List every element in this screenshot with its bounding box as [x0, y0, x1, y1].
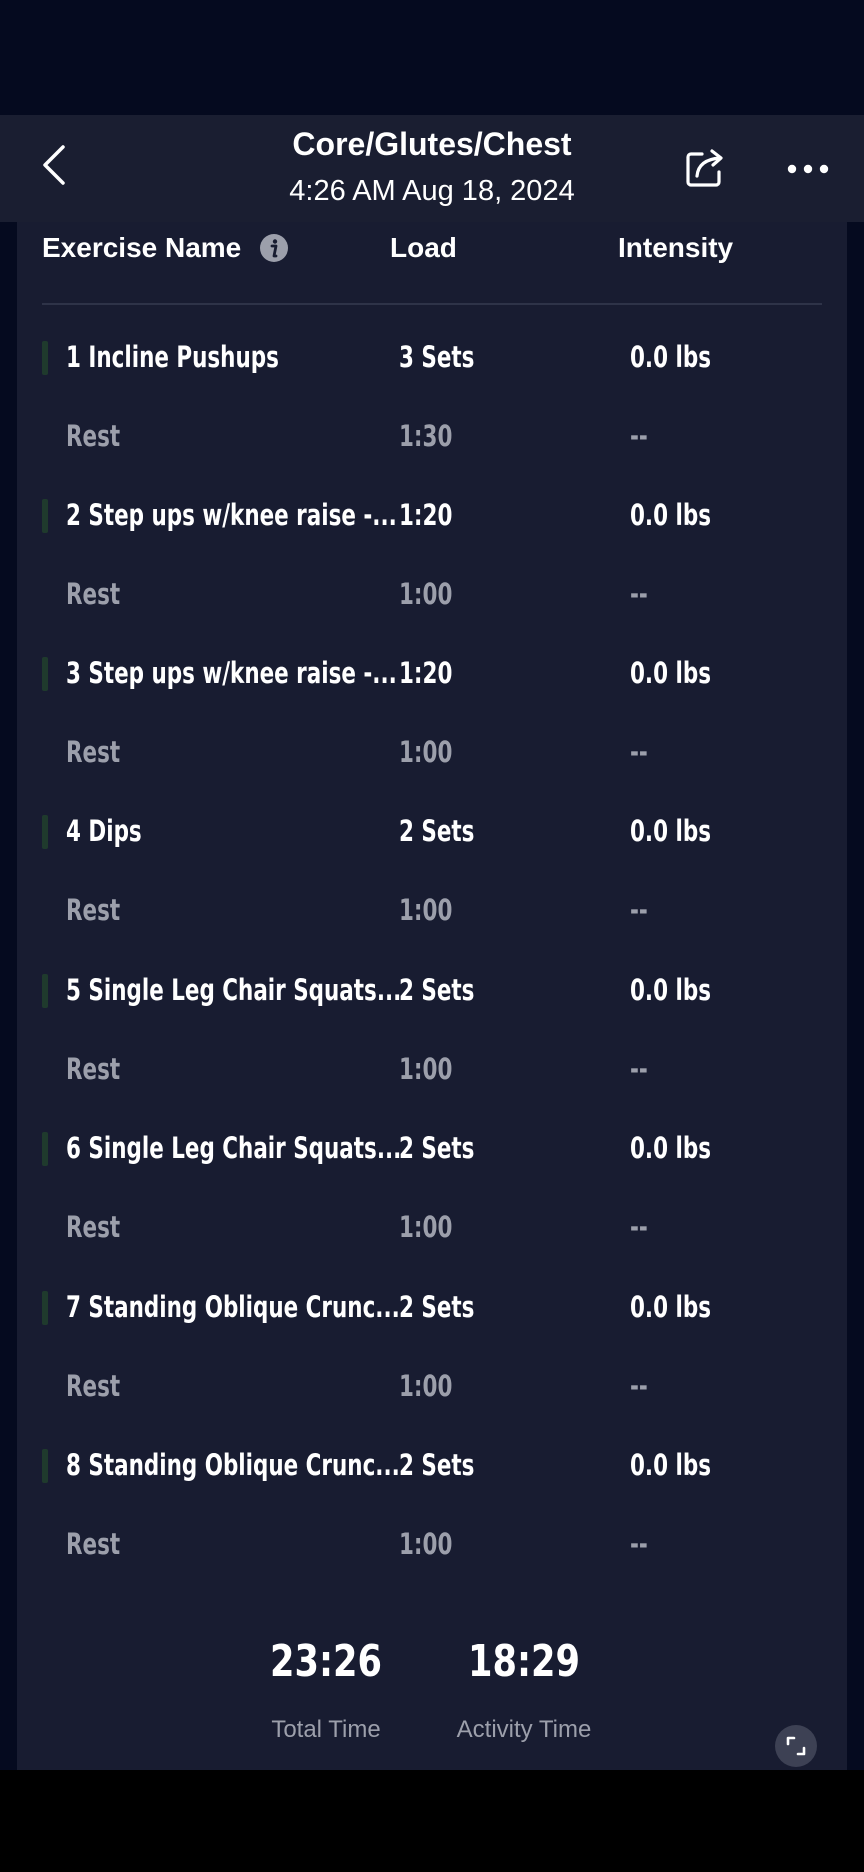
rest-label: Rest — [66, 893, 121, 927]
rest-intensity: -- — [630, 735, 648, 769]
rest-intensity: -- — [630, 419, 648, 453]
exercise-load: 2 Sets — [399, 1448, 475, 1482]
column-header-exercise-name: Exercise Name — [42, 232, 242, 263]
rest-duration: 1:00 — [399, 735, 453, 769]
exercise-row[interactable]: 3 Step ups w/knee raise -... 1:20 0.0 lb… — [0, 649, 864, 699]
rest-duration: 1:00 — [399, 893, 453, 927]
exercise-marker — [42, 499, 48, 533]
exercise-load: 1:20 — [399, 498, 453, 532]
total-time-value: 23:26 — [269, 1636, 383, 1687]
status-bar-area — [0, 0, 864, 115]
exercise-intensity: 0.0 lbs — [630, 340, 711, 374]
rest-row[interactable]: Rest 1:00 -- — [0, 1045, 864, 1095]
exercise-load: 3 Sets — [399, 340, 475, 374]
rest-duration: 1:30 — [399, 419, 453, 453]
exercise-name: 3 Step ups w/knee raise -... — [66, 656, 397, 690]
exercise-marker — [42, 1449, 48, 1483]
rest-duration: 1:00 — [399, 1527, 453, 1561]
rest-row[interactable]: Rest 1:00 -- — [0, 886, 864, 936]
rest-label: Rest — [66, 419, 121, 453]
rest-row[interactable]: Rest 1:00 -- — [0, 1203, 864, 1253]
exercise-intensity: 0.0 lbs — [630, 973, 711, 1007]
exercise-intensity: 0.0 lbs — [630, 1131, 711, 1165]
page-title: Core/Glutes/Chest — [292, 126, 572, 162]
exercise-row[interactable]: 6 Single Leg Chair Squats... 2 Sets 0.0 … — [0, 1124, 864, 1174]
system-navigation-bar — [0, 1770, 864, 1872]
rest-row[interactable]: Rest 1:00 -- — [0, 1520, 864, 1570]
header-divider — [42, 303, 822, 305]
exercise-load: 2 Sets — [399, 1290, 475, 1324]
exercise-load: 1:20 — [399, 656, 453, 690]
exercise-name: 6 Single Leg Chair Squats... — [66, 1131, 402, 1165]
column-header-load: Load — [390, 232, 457, 263]
exercise-load: 2 Sets — [399, 1131, 475, 1165]
exercise-name: 2 Step ups w/knee raise -... — [66, 498, 397, 532]
rest-row[interactable]: Rest 1:00 -- — [0, 728, 864, 778]
rest-label: Rest — [66, 1210, 121, 1244]
exercise-row[interactable]: 1 Incline Pushups 3 Sets 0.0 lbs — [0, 333, 864, 383]
rest-label: Rest — [66, 735, 121, 769]
exercise-intensity: 0.0 lbs — [630, 814, 711, 848]
back-button[interactable] — [30, 137, 78, 193]
activity-time-label: Activity Time — [456, 1716, 592, 1743]
rest-row[interactable]: Rest 1:00 -- — [0, 1362, 864, 1412]
exercise-name: 5 Single Leg Chair Squats... — [66, 973, 402, 1007]
rest-label: Rest — [66, 1052, 121, 1086]
exercise-marker — [42, 974, 48, 1008]
rest-label: Rest — [66, 577, 121, 611]
share-button[interactable] — [680, 143, 730, 193]
rest-row[interactable]: Rest 1:00 -- — [0, 570, 864, 620]
exercise-intensity: 0.0 lbs — [630, 656, 711, 690]
app-header: Core/Glutes/Chest 4:26 AM Aug 18, 2024 — [0, 115, 864, 222]
exercise-marker — [42, 341, 48, 375]
title-block: Core/Glutes/Chest 4:26 AM Aug 18, 2024 — [180, 123, 684, 211]
exercise-load: 2 Sets — [399, 973, 475, 1007]
more-horizontal-icon — [787, 164, 829, 174]
exercise-intensity: 0.0 lbs — [630, 1448, 711, 1482]
exercise-marker — [42, 657, 48, 691]
share-icon — [686, 149, 723, 187]
expand-button[interactable] — [775, 1725, 817, 1767]
activity-time-value: 18:29 — [467, 1636, 581, 1687]
rest-intensity: -- — [630, 1210, 648, 1244]
exercise-name: 8 Standing Oblique Crunc... — [66, 1448, 400, 1482]
rest-duration: 1:00 — [399, 1369, 453, 1403]
info-icon[interactable] — [259, 233, 289, 263]
rest-intensity: -- — [630, 1369, 648, 1403]
exercise-name: 7 Standing Oblique Crunc... — [66, 1290, 400, 1324]
workout-datetime: 4:26 AM Aug 18, 2024 — [289, 175, 575, 207]
exercise-row[interactable]: 7 Standing Oblique Crunc... 2 Sets 0.0 l… — [0, 1283, 864, 1333]
exercise-marker — [42, 1132, 48, 1166]
rest-label: Rest — [66, 1369, 121, 1403]
more-options-button[interactable] — [780, 147, 836, 191]
rest-intensity: -- — [630, 577, 648, 611]
exercise-name: 1 Incline Pushups — [66, 340, 279, 374]
exercise-load: 2 Sets — [399, 814, 475, 848]
exercise-marker — [42, 815, 48, 849]
column-header-intensity: Intensity — [618, 232, 734, 263]
rest-row[interactable]: Rest 1:30 -- — [0, 412, 864, 462]
exercise-intensity: 0.0 lbs — [630, 1290, 711, 1324]
exercise-row[interactable]: 4 Dips 2 Sets 0.0 lbs — [0, 807, 864, 857]
rest-label: Rest — [66, 1527, 121, 1561]
rest-intensity: -- — [630, 1052, 648, 1086]
exercise-intensity: 0.0 lbs — [630, 498, 711, 532]
rest-intensity: -- — [630, 1527, 648, 1561]
exercise-row[interactable]: 5 Single Leg Chair Squats... 2 Sets 0.0 … — [0, 966, 864, 1016]
rest-intensity: -- — [630, 893, 648, 927]
rest-duration: 1:00 — [399, 577, 453, 611]
exercise-name: 4 Dips — [66, 814, 142, 848]
exercise-row[interactable]: 2 Step ups w/knee raise -... 1:20 0.0 lb… — [0, 491, 864, 541]
exercise-row[interactable]: 8 Standing Oblique Crunc... 2 Sets 0.0 l… — [0, 1441, 864, 1491]
rest-duration: 1:00 — [399, 1210, 453, 1244]
expand-icon — [786, 1736, 806, 1756]
rest-duration: 1:00 — [399, 1052, 453, 1086]
chevron-left-icon — [43, 145, 65, 185]
exercise-marker — [42, 1291, 48, 1325]
